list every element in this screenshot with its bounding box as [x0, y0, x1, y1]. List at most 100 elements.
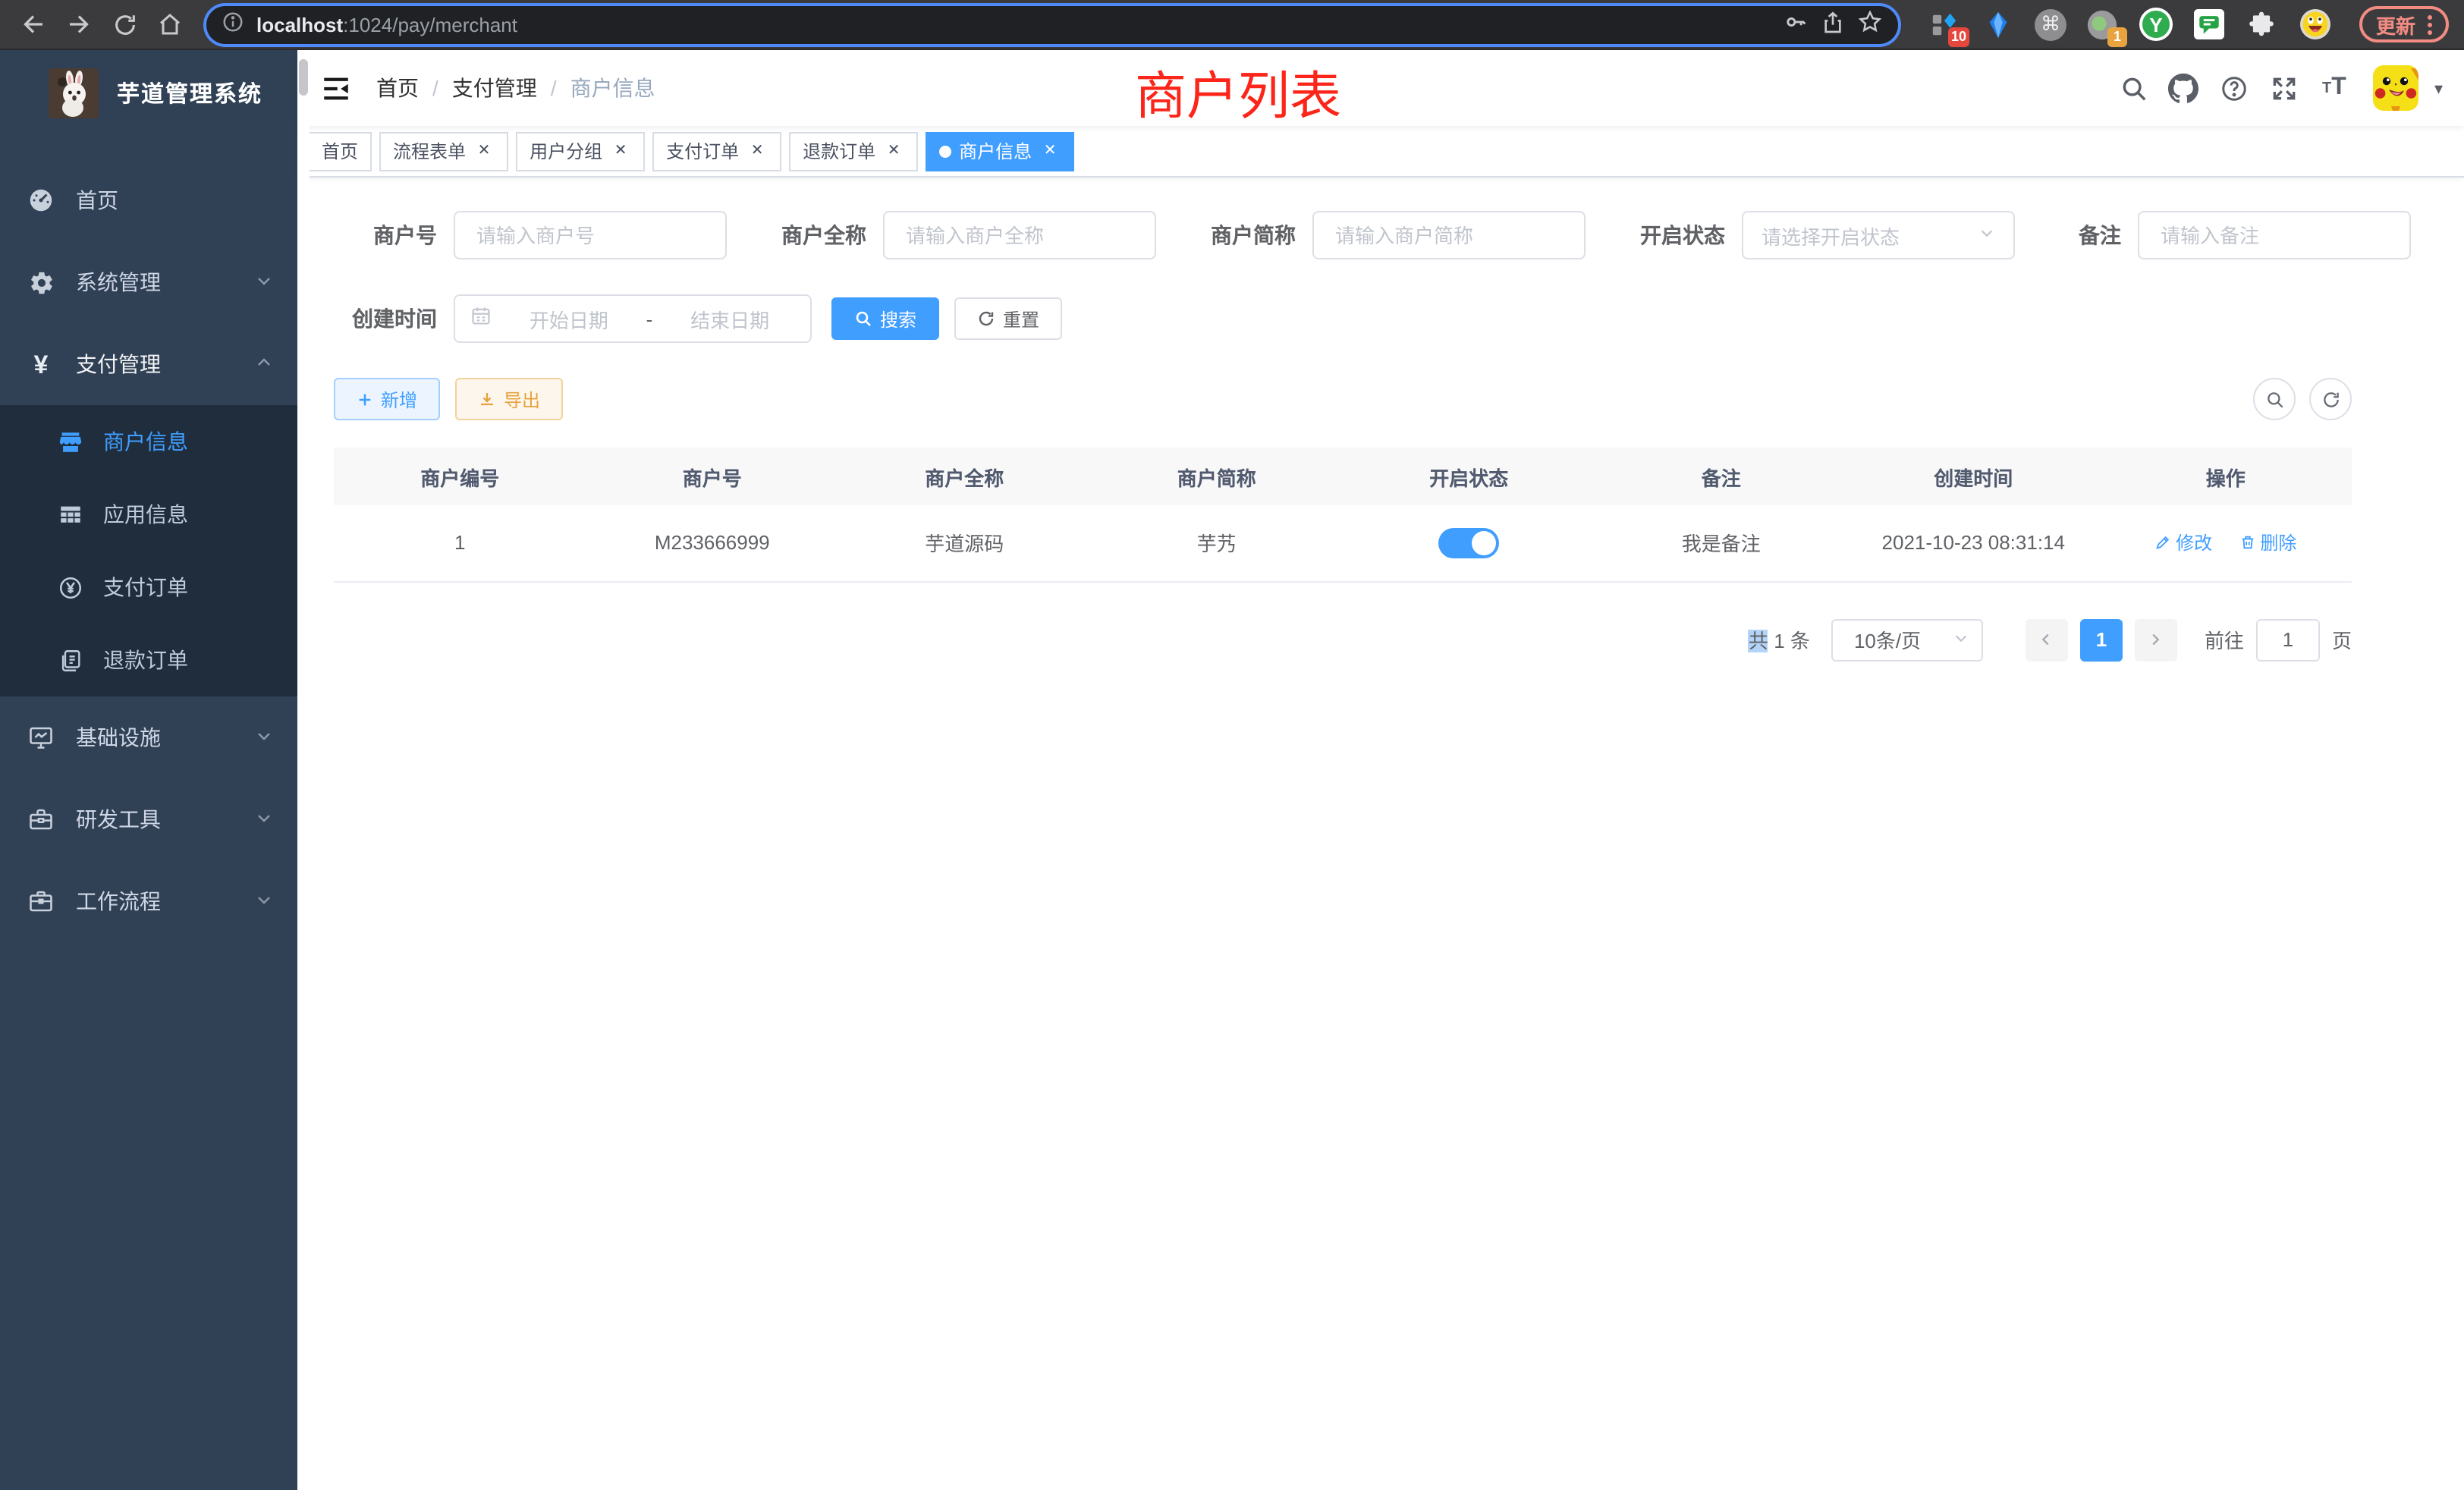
sidebar-item-refund-order[interactable]: 退款订单	[0, 624, 297, 696]
page-size-select[interactable]: 10条/页	[1831, 618, 1983, 661]
tag-pay-order[interactable]: 支付订单✕	[652, 131, 781, 171]
sidebar-item-label: 系统管理	[76, 267, 255, 297]
col-short-name[interactable]: 商户简称	[1091, 448, 1344, 505]
edit-button[interactable]: 修改	[2154, 530, 2212, 556]
browser-menu-icon[interactable]	[2428, 14, 2432, 34]
jump-page-input[interactable]	[2256, 618, 2320, 661]
close-icon[interactable]: ✕	[1039, 140, 1061, 162]
sidebar-item-workflow[interactable]: 工作流程	[0, 860, 297, 942]
close-icon[interactable]: ✕	[883, 140, 904, 162]
user-avatar[interactable]	[2374, 65, 2419, 111]
status-toggle[interactable]	[1438, 528, 1499, 558]
col-create-time[interactable]: 创建时间	[1847, 448, 2100, 505]
browser-reload-icon[interactable]	[106, 6, 143, 42]
delete-button[interactable]: 删除	[2239, 530, 2296, 556]
bookmark-star-icon[interactable]	[1857, 9, 1883, 39]
merchant-no-label: 商户号	[334, 220, 437, 250]
tag-process-form[interactable]: 流程表单 ✕	[379, 131, 508, 171]
breadcrumb-payment[interactable]: 支付管理	[452, 73, 537, 103]
prev-page-button[interactable]	[2026, 618, 2068, 661]
toggle-search-button[interactable]	[2253, 378, 2296, 420]
annotation-merchant-list: 商户列表	[1135, 55, 1341, 129]
site-info-icon[interactable]	[222, 11, 244, 38]
short-name-label: 商户简称	[1193, 220, 1296, 250]
col-actions[interactable]: 操作	[2100, 448, 2352, 505]
app-frame: 芋道管理系统 首页 系统管理	[0, 50, 2464, 1490]
tag-merchant-info[interactable]: 商户信息✕	[926, 131, 1074, 171]
remark-input[interactable]	[2158, 222, 2391, 248]
extension-command-icon[interactable]: ⌘	[2035, 8, 2066, 40]
col-merchant-no[interactable]: 商户号	[586, 448, 839, 505]
search-icon[interactable]	[2114, 65, 2154, 111]
avatar-caret-icon[interactable]: ▾	[2434, 78, 2443, 98]
tag-refund-order[interactable]: 退款订单✕	[789, 131, 918, 171]
status-select[interactable]: 请选择开启状态	[1742, 211, 2015, 259]
github-icon[interactable]	[2164, 65, 2204, 111]
table-tools	[2253, 378, 2352, 420]
fullscreen-icon[interactable]	[2264, 65, 2304, 111]
sidebar-item-label: 研发工具	[76, 804, 255, 835]
extension-y-icon[interactable]: Y	[2139, 8, 2173, 41]
sidebar-logo[interactable]: 芋道管理系统	[0, 50, 297, 135]
add-button-label: 新增	[381, 386, 417, 412]
page-1-button[interactable]: 1	[2080, 618, 2123, 661]
sidebar-collapse-icon[interactable]	[319, 71, 352, 105]
browser-home-icon[interactable]	[152, 6, 188, 42]
sidebar-item-app-info[interactable]: 应用信息	[0, 478, 297, 551]
browser-update-button[interactable]: 更新	[2359, 6, 2449, 42]
share-icon[interactable]	[1821, 10, 1845, 39]
browser-forward-icon[interactable]	[61, 6, 97, 42]
create-time-range-picker[interactable]: 开始日期 - 结束日期	[454, 294, 812, 343]
tag-user-group[interactable]: 用户分组 ✕	[516, 131, 645, 171]
col-status[interactable]: 开启状态	[1343, 448, 1595, 505]
yen-circle-icon	[58, 574, 83, 600]
sidebar-item-home[interactable]: 首页	[0, 159, 297, 241]
close-icon[interactable]: ✕	[610, 140, 631, 162]
url-text[interactable]: localhost:1024/pay/merchant	[256, 13, 1771, 36]
breadcrumb-home[interactable]: 首页	[376, 73, 419, 103]
col-remark[interactable]: 备注	[1595, 448, 1848, 505]
extension-chat-icon[interactable]	[2192, 8, 2226, 41]
short-name-input[interactable]	[1332, 222, 1566, 248]
search-button[interactable]: 搜索	[831, 297, 939, 340]
reset-button[interactable]: 重置	[954, 297, 1062, 340]
close-icon[interactable]: ✕	[473, 140, 495, 162]
sidebar-scrollbar[interactable]	[297, 50, 310, 1490]
end-date-placeholder: 结束日期	[665, 304, 795, 333]
shop-icon	[58, 429, 83, 454]
col-full-name[interactable]: 商户全称	[838, 448, 1091, 505]
sidebar-item-system[interactable]: 系统管理	[0, 241, 297, 323]
sidebar-item-dev-tools[interactable]: 研发工具	[0, 778, 297, 860]
next-page-button[interactable]	[2135, 618, 2177, 661]
scrollbar-thumb[interactable]	[299, 59, 308, 96]
sidebar-item-merchant[interactable]: 商户信息	[0, 405, 297, 478]
browser-profile-avatar[interactable]	[2299, 8, 2332, 41]
extension-pin-icon[interactable]	[1982, 8, 2015, 41]
add-button[interactable]: 新增	[334, 378, 440, 420]
jump-suffix: 页	[2332, 625, 2352, 654]
help-icon[interactable]	[2214, 65, 2254, 111]
sidebar-item-pay-order[interactable]: 支付订单	[0, 551, 297, 624]
tag-label: 用户分组	[530, 138, 602, 164]
close-icon[interactable]: ✕	[746, 140, 768, 162]
sidebar-item-payment[interactable]: ¥ 支付管理	[0, 323, 297, 405]
browser-back-icon[interactable]	[15, 6, 52, 42]
merchant-no-input[interactable]	[473, 222, 707, 248]
tag-home[interactable]: 首页	[308, 131, 372, 171]
col-merchant-id[interactable]: 商户编号	[334, 448, 586, 505]
password-key-icon[interactable]	[1783, 9, 1809, 39]
chevron-down-icon	[255, 270, 273, 294]
font-size-icon[interactable]: TT	[2315, 65, 2354, 111]
extensions-puzzle-icon[interactable]	[2246, 8, 2279, 41]
sidebar-item-infrastructure[interactable]: 基础设施	[0, 696, 297, 778]
chevron-down-icon	[1978, 222, 1995, 249]
refresh-table-button[interactable]	[2309, 378, 2352, 420]
export-button[interactable]: 导出	[455, 378, 563, 420]
status-label: 开启状态	[1622, 220, 1725, 250]
extension-grid-icon[interactable]: 10	[1928, 8, 1962, 41]
sidebar-item-label: 商户信息	[103, 426, 188, 457]
extension-recorder-icon[interactable]: 1	[2086, 8, 2120, 41]
url-bar[interactable]: localhost:1024/pay/merchant	[206, 5, 1898, 43]
tag-label: 流程表单	[393, 138, 466, 164]
full-name-input[interactable]	[903, 222, 1136, 248]
